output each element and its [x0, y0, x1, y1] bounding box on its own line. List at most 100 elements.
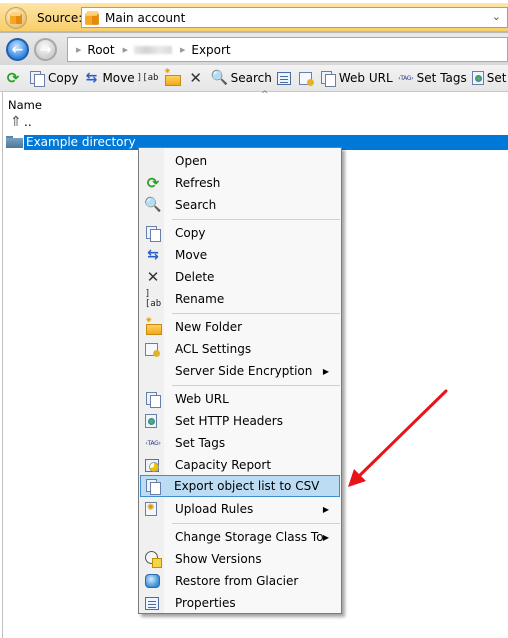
menu-separator: [172, 385, 340, 386]
annotation-arrow-head: [348, 469, 366, 487]
toolbar-web-url-label: Web URL: [338, 71, 393, 85]
toolbar: ⟳ Copy ⇆ Move ][ab ✕ 🔍 Search Web URL ‹T…: [0, 65, 508, 92]
toolbar-set-tags-label: Set Tags: [416, 71, 467, 85]
glacier-icon: [145, 574, 160, 588]
versions-icon: [145, 551, 162, 568]
toolbar-search-label: Search: [230, 71, 272, 85]
menu-item-change-storage-class[interactable]: Change Storage Class To ▶: [141, 526, 339, 548]
acl-settings-icon: [298, 71, 314, 86]
breadcrumb-root[interactable]: Root: [87, 43, 114, 57]
menu-item-label: Copy: [175, 226, 206, 240]
folder-icon: [6, 136, 23, 148]
menu-item-label: Search: [175, 198, 217, 212]
submenu-arrow-icon: ▶: [322, 504, 329, 514]
back-button[interactable]: ←: [6, 38, 29, 61]
menu-item-move[interactable]: ⇆ Move: [141, 244, 339, 266]
menu-item-set-http-headers[interactable]: Set HTTP Headers: [141, 410, 339, 432]
sort-indicator-icon: ^: [261, 90, 269, 100]
menu-item-show-versions[interactable]: Show Versions: [141, 548, 339, 570]
menu-item-label: Move: [175, 248, 208, 262]
account-cube-icon: [85, 11, 99, 25]
menu-item-export-object-list-csv[interactable]: Export object list to CSV: [140, 475, 340, 497]
menu-item-label: Delete: [175, 270, 215, 284]
breadcrumb-export[interactable]: Export: [191, 43, 230, 57]
web-url-icon: [145, 391, 161, 408]
forward-button[interactable]: →: [34, 38, 57, 61]
toolbar-http-headers-button[interactable]: Set HTTP Headers: [471, 71, 508, 85]
move-icon: ⇆: [85, 70, 98, 86]
menu-item-refresh[interactable]: ⟳ Refresh: [141, 172, 339, 194]
delete-icon: ✕: [189, 69, 202, 87]
menu-item-label: Properties: [175, 596, 236, 610]
menu-item-delete[interactable]: ✕ Delete: [141, 266, 339, 288]
menu-item-capacity-report[interactable]: Capacity Report: [141, 454, 339, 476]
refresh-icon: ⟳: [146, 174, 160, 192]
menu-item-acl-settings[interactable]: ACL Settings: [141, 338, 339, 360]
menu-item-label: Capacity Report: [175, 458, 272, 472]
source-bar: Source: Main account ⌄: [0, 3, 508, 31]
column-header-name[interactable]: Name: [8, 98, 42, 112]
toolbar-copy-label: Copy: [48, 71, 79, 85]
toolbar-search-button[interactable]: 🔍 Search: [210, 70, 272, 86]
menu-item-search[interactable]: 🔍 Search: [141, 194, 339, 216]
menu-item-label: ACL Settings: [175, 342, 252, 356]
search-icon: 🔍: [144, 197, 162, 213]
menu-item-copy[interactable]: Copy: [141, 222, 339, 244]
delete-icon: ✕: [146, 268, 160, 286]
submenu-arrow-icon: ▶: [322, 366, 329, 376]
menu-item-label: Change Storage Class To: [175, 530, 324, 544]
source-account-value: Main account: [105, 10, 186, 25]
toolbar-web-url-button[interactable]: Web URL: [320, 70, 393, 87]
menu-item-properties[interactable]: Properties: [141, 592, 339, 614]
refresh-icon: ⟳: [6, 69, 20, 87]
breadcrumb-bucket-blurred[interactable]: [133, 45, 172, 54]
rename-icon: ][ab: [136, 73, 159, 83]
navigation-bar: ← → ▶ Root ▶ ▶ Export: [0, 31, 508, 65]
submenu-arrow-icon: ▶: [322, 532, 329, 542]
chevron-down-icon[interactable]: ⌄: [492, 10, 501, 23]
toolbar-set-tags-button[interactable]: ‹TAG› Set Tags: [398, 70, 467, 86]
menu-item-label: Rename: [175, 292, 225, 306]
menu-item-server-side-encryption[interactable]: Server Side Encryption ▶: [141, 360, 339, 382]
menu-item-rename[interactable]: ][ab Rename: [141, 288, 339, 310]
list-item-label: ..: [24, 115, 32, 129]
context-menu: Open ⟳ Refresh 🔍 Search Copy ⇆ Move ✕ De…: [138, 147, 342, 614]
menu-item-open[interactable]: Open: [141, 150, 339, 172]
menu-item-set-tags[interactable]: ‹TAG› Set Tags: [141, 432, 339, 454]
web-url-icon: [320, 70, 336, 87]
list-item-parent[interactable]: ⇑ ..: [8, 114, 32, 130]
toolbar-move-button[interactable]: ⇆ Move: [83, 70, 135, 86]
source-account-select[interactable]: Main account ⌄: [81, 7, 508, 28]
menu-item-new-folder[interactable]: New Folder: [141, 316, 339, 338]
menu-item-web-url[interactable]: Web URL: [141, 388, 339, 410]
toolbar-acl-button[interactable]: [298, 71, 315, 86]
menu-item-label: Set HTTP Headers: [175, 414, 283, 428]
toolbar-delete-button[interactable]: ✕: [188, 69, 207, 87]
menu-item-upload-rules[interactable]: Upload Rules ▶: [141, 498, 339, 520]
capacity-report-icon: [145, 458, 159, 472]
upload-rules-icon: [145, 502, 157, 516]
toolbar-move-label: Move: [102, 71, 135, 85]
menu-item-restore-from-glacier[interactable]: Restore from Glacier: [141, 570, 339, 592]
toolbar-refresh-button[interactable]: ⟳: [5, 69, 24, 87]
menu-item-label: Open: [175, 154, 208, 168]
app-logo-icon: [5, 6, 27, 29]
toolbar-new-folder-button[interactable]: [164, 67, 183, 86]
annotation-arrow-shaft: [352, 389, 448, 483]
menu-separator: [172, 523, 340, 524]
new-folder-icon: [164, 67, 181, 86]
menu-item-label: Web URL: [175, 392, 229, 406]
http-headers-icon: [145, 414, 157, 428]
toolbar-rename-button[interactable]: ][ab: [136, 70, 159, 86]
copy-icon: [29, 70, 45, 87]
breadcrumb[interactable]: ▶ Root ▶ ▶ Export: [67, 37, 508, 62]
properties-icon: [276, 71, 291, 85]
toolbar-properties-button[interactable]: [276, 71, 294, 85]
menu-separator: [172, 219, 340, 220]
move-icon: ⇆: [147, 247, 159, 263]
search-icon: 🔍: [210, 70, 229, 86]
menu-separator: [172, 313, 340, 314]
menu-item-label: New Folder: [175, 320, 243, 334]
toolbar-copy-button[interactable]: Copy: [29, 70, 79, 87]
toolbar-http-headers-label: Set HTTP Headers: [486, 71, 508, 85]
